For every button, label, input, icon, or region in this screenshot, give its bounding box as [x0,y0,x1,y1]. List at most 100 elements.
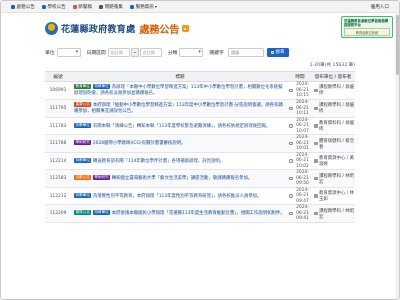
category-select[interactable] [179,47,204,57]
category-tag: 特教單位 [92,84,111,89]
row-date-text: 2024-06-21 10:07 [296,117,309,134]
department-icon [314,124,318,128]
row-unit: 體育保健科 / 蔡亞春 [311,138,355,150]
rss-icon[interactable] [182,24,190,32]
row-date: 2024-06-21 09:41 [289,205,311,222]
row-unit: 教育資源中心 / 黃淑婷 [311,155,355,167]
department-icon [314,88,318,93]
unit-select[interactable] [56,47,81,57]
table-row[interactable]: 112212 特教單位 為落實性別平等教育，本府辦理「113年度性別平等教育研習」，… [45,188,355,206]
row-number: 111795 [49,105,67,111]
table-row[interactable]: 112209 預算公告 特教單位 本府委請本縣國民小學辦理「花蓮縣113年度生活教育推… [45,205,355,223]
info-icon [129,4,134,9]
row-date: 2024-06-21 09:50 [289,170,311,187]
category-tag: 學術研究 [92,175,111,181]
row-date-text: 2024-06-21 10:02 [296,152,309,169]
nav-item-press[interactable]: 新聞稿 [72,4,93,10]
row-unit: 課程教學科 / 翁優修 [311,84,355,96]
category-label: 分類 [167,50,178,56]
row-title: 學術研究 2028國際小學教師(ICG)有關計畫書審核說明。 [71,138,289,149]
clock-icon [289,176,293,181]
row-title: 特教單位 轉送教育部有關「114年數位學伴計畫」各項補助辦理，詳見說明。 [71,156,289,167]
row-date: 2024-06-21 10:15 [289,82,311,99]
category-tag: 學術研究 [74,140,92,146]
header-time: 時間 [295,74,305,80]
scrollbar-thumb[interactable] [395,15,399,75]
row-unit-text: 課程教學科 / 林昭宏 [319,208,355,220]
department-icon [314,159,318,163]
row-unit: 課程教學科 / 林昭宏 [311,173,355,185]
department-icon [314,176,318,181]
department-icon [314,211,318,216]
nav-item-announcements[interactable]: 處務公告 [11,4,35,10]
start-date-input[interactable]: 起日期 [107,47,130,57]
row-title: 特教單位 有關本縣「演練公告」轉知本縣「113年度學校緊急避難演練」，請各校依規定… [71,121,289,132]
login-link[interactable]: 優用入口 [371,4,389,10]
nav-item-questions[interactable]: 問題蒐集 [99,4,123,10]
nav-item-school-announcements[interactable]: 學校公告 [41,4,66,10]
row-number: 112214 [49,158,67,164]
keyword-input[interactable]: 請填 [227,47,264,57]
department-icon [314,141,318,146]
page-title: 處務公告 [139,24,180,36]
table-row[interactable]: 111795 重要公告 本府辦理「推動中小學數位學習精進方案」113年度中小學數位學… [45,99,355,118]
category-tag: 活動公告 [74,175,92,181]
org-name: 花蓮縣政府教育處 [61,24,136,35]
table-row[interactable]: 112214 特教單位 轉送教育部有關「114年數位學伴計畫」各項補助辦理，詳見說明… [45,153,355,171]
category-tag: 特教單位 [74,157,92,163]
end-date-input[interactable]: 迄日期 [139,47,162,57]
row-unit: 教育資源中心 / 林玉如 [311,190,355,202]
nav-item-label: 服務資訊 [135,4,154,10]
row-title: 教育單位 特教單位 為辦理「本縣中小學數位學習精進方案」113年中小學數位學習計畫，… [71,82,289,99]
row-unit-text: 教育資源中心 / 林玉如 [319,191,355,202]
row-number: 106991 [49,87,67,93]
row-title: 活動公告 學術研究 轉知國立臺灣藝術大學「藝文生活美學」講座活動，敬請踴躍報名參加。 [71,173,289,184]
clock-icon [289,124,293,128]
row-number: 112209 [49,211,67,216]
search-button[interactable]: 搜尋 [266,47,289,57]
row-date-text: 2024-06-21 10:15 [296,82,309,99]
announcement-link[interactable]: 轉知國立臺灣藝術大學「藝文生活美學」講座活動，敬請踴躍報名參加。 [112,176,253,181]
row-date-text: 2024-06-21 09:50 [296,170,309,187]
nav-item-services[interactable]: 服務資訊 ▾ [129,4,157,10]
nav-item-label: 新聞稿 [78,4,93,10]
category-tag: 特教單位 [92,210,111,216]
row-number: 112212 [49,193,67,199]
row-date: 2024-06-21 10:11 [289,100,311,117]
table-row[interactable]: 112183 活動公告 學術研究 轉知國立臺灣藝術大學「藝文生活美學」講座活動，敬請踴… [45,170,355,188]
nav-item-label: 問題蒐集 [104,4,123,10]
row-date: 2024-06-21 10:07 [289,118,311,135]
school-icon [41,4,46,9]
announcement-link[interactable]: 本府辦理「推動中小學數位學習精進方案」113年度中小學數位學習計畫-分區說明會議… [74,103,283,114]
scrollbar[interactable] [395,13,399,299]
clock-icon [289,159,293,163]
megaphone-icon [11,4,15,9]
date-range-label: 日期區間 [86,50,106,56]
announcement-link[interactable]: 為落實性別平等教育，本府辦理「113年度性別平等教育研習」，請各校推派人員參加。 [93,194,262,199]
row-date-text: 2024-06-21 09:41 [296,205,309,222]
row-unit-text: 課程教學科 / 翁優修 [319,103,355,115]
announcement-link[interactable]: 本府委請本縣國民小學辦理「花蓮縣113年度生活教育推動計畫」，相關工作說明如附件… [112,211,285,216]
browser-frame: 處務公告 學校公告 新聞稿 問題蒐集 服務資訊 ▾ 優用入口 花蓮縣政府教育處 … [0,0,400,300]
announcement-link[interactable]: 轉送教育部有關「114年數位學伴計畫」各項補助辦理，詳見說明。 [93,159,224,164]
table-header: 編號 標題 時間 發布單位 / 發布者 [45,72,355,82]
clock-icon [289,88,293,93]
category-tag: 預算公告 [74,210,92,216]
search-icon [270,50,274,54]
date-separator: ~ [130,47,139,57]
row-number: 111783 [49,123,67,129]
clock-icon [289,106,293,111]
table-body: 106991 教育單位 特教單位 為辦理「本縣中小學數位學習精進方案」113年中小學數… [45,82,355,223]
table-row[interactable]: 106991 教育單位 特教單位 為辦理「本縣中小學數位學習精進方案」113年中小學數… [45,82,355,100]
question-icon [99,4,104,9]
table-row[interactable]: 111788 學術研究 2028國際小學教師(ICG)有關計畫書審核說明。 2024-… [45,135,355,153]
announcement-link[interactable]: 2028國際小學教師(ICG)有關計畫書審核說明。 [93,141,186,146]
category-tag: 特教單位 [74,122,92,128]
announcement-link[interactable]: 有關本縣「演練公告」轉知本縣「113年度學校緊急避難演練」，請各校依規定辦理後回… [93,124,270,129]
row-number: 112183 [49,176,67,181]
table-row[interactable]: 111783 特教單位 有關本縣「演練公告」轉知本縣「113年度學校緊急避難演練」，… [45,118,355,136]
row-date-text: 2024-06-21 10:11 [296,100,309,117]
announcements-table: 編號 標題 時間 發布單位 / 發布者 106991 教育單位 特教單位 為辦理「本縣… [45,71,355,223]
nav-item-label: 學校公告 [47,4,66,10]
platform-banner[interactable]: 花蓮縣教育處數位學習資源網路服務平台 教育處數位系統 [341,16,393,38]
